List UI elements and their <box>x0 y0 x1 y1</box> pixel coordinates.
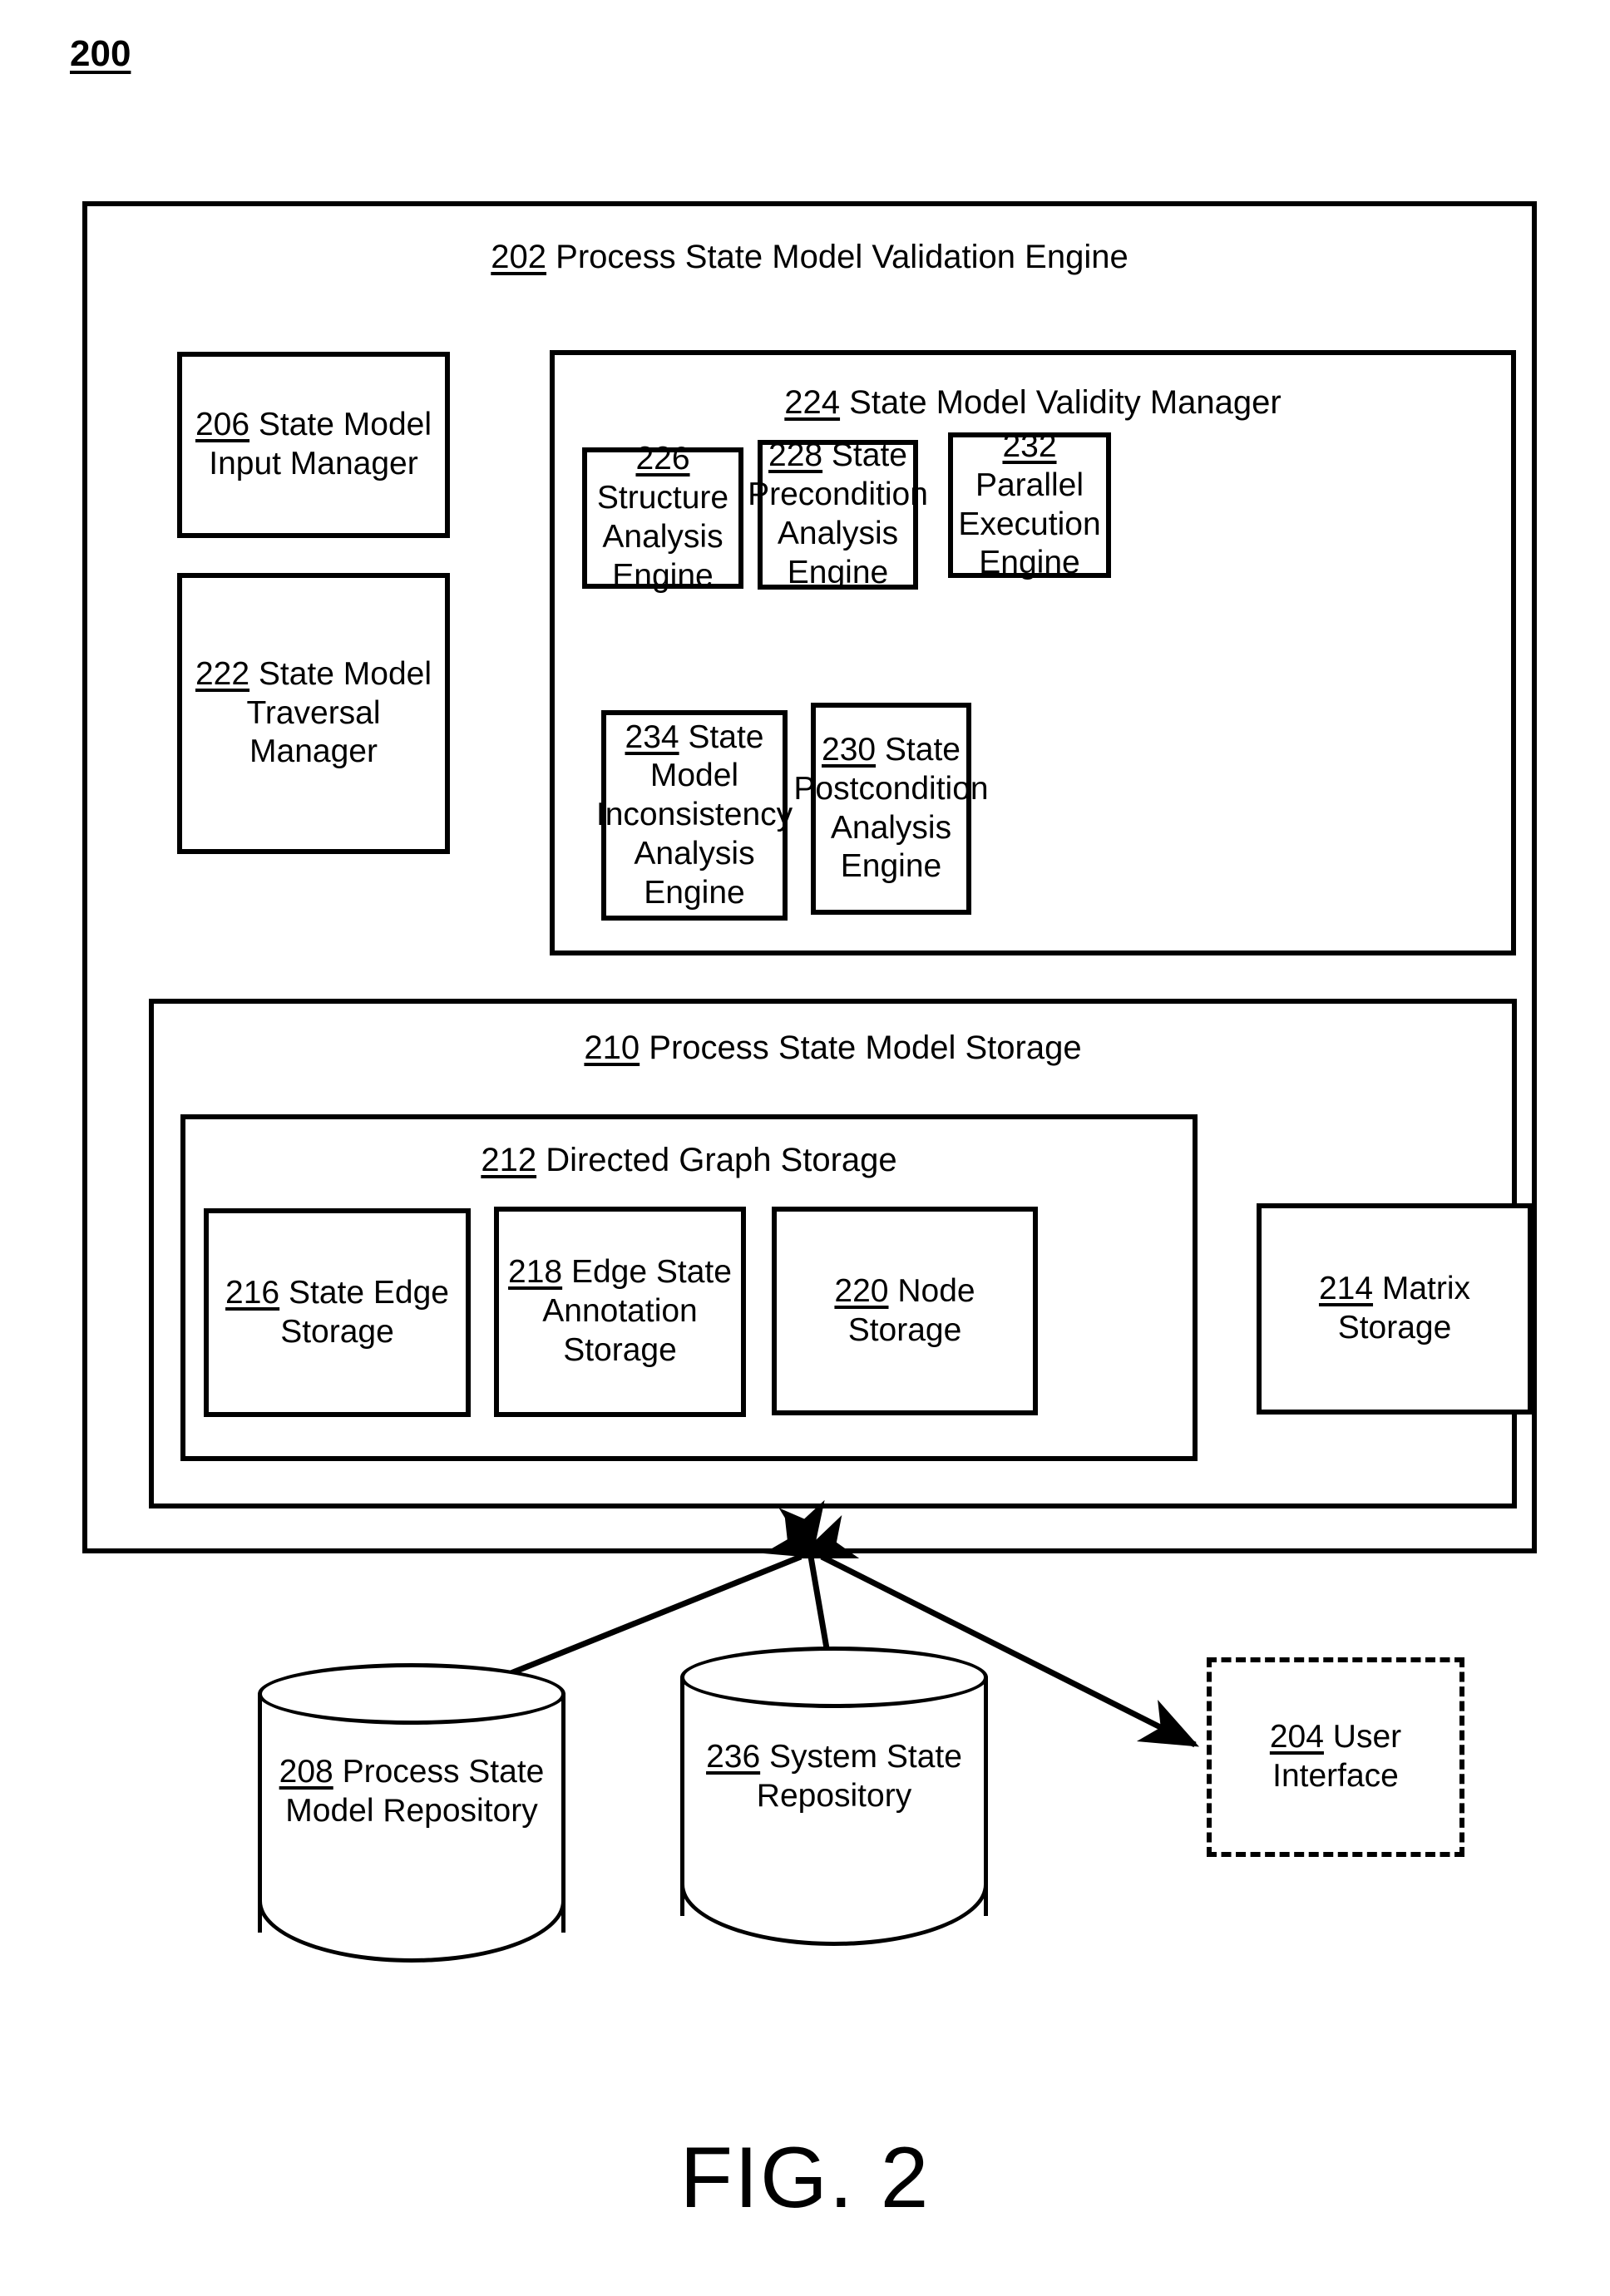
structure-analysis-engine-label: 226 Structure Analysis Engine <box>587 440 738 595</box>
edge-state-annotation-storage-title: Edge State Annotation Storage <box>542 1254 732 1368</box>
state-edge-storage-title: State Edge Storage <box>280 1274 449 1350</box>
state-postcondition-analysis-engine-box: 230 State Postcondition Analysis Engine <box>793 703 989 915</box>
process-state-model-validation-engine-box: 202 Process State Model Validation Engin… <box>82 201 1537 1553</box>
engine-title: 202 Process State Model Validation Engin… <box>87 238 1532 277</box>
parallel-execution-engine-title: Parallel Execution Engine <box>958 467 1101 581</box>
state-model-traversal-manager-ref: 222 <box>195 655 250 692</box>
directed-graph-storage-ref: 212 <box>481 1142 537 1178</box>
directed-graph-storage-title-text: Directed Graph Storage <box>546 1142 897 1178</box>
system-state-repository-title: System State Repository <box>756 1739 962 1814</box>
process-state-model-repository-cylinder: 208 Process State Model Repository <box>258 1663 565 1963</box>
state-edge-storage-ref: 216 <box>225 1274 280 1311</box>
parallel-execution-engine-label: 232 Parallel Execution Engine <box>953 427 1106 583</box>
state-postcondition-analysis-engine-label: 230 State Postcondition Analysis Engine <box>788 731 993 886</box>
matrix-storage-label: 214 Matrix Storage <box>1262 1270 1528 1348</box>
state-model-validity-manager-title-text: State Model Validity Manager <box>849 384 1282 421</box>
state-model-validity-manager-box: 224 State Model Validity Manager 226 Str… <box>550 350 1516 955</box>
system-state-repository-cylinder: 236 System State Repository <box>680 1647 988 1946</box>
matrix-storage-ref: 214 <box>1318 1271 1374 1307</box>
parallel-execution-engine-ref: 232 <box>1002 427 1057 464</box>
edge-state-annotation-storage-label: 218 Edge State Annotation Storage <box>499 1253 741 1370</box>
node-storage-box: 220 Node Storage <box>772 1207 1038 1415</box>
state-model-input-manager-box: 206 State Model Input Manager <box>177 352 450 538</box>
patent-figure: 200 202 Process State Model Validation E… <box>0 0 1610 2296</box>
directed-graph-storage-box: 212 Directed Graph Storage 216 State Edg… <box>180 1114 1198 1461</box>
state-model-input-manager-label: 206 State Model Input Manager <box>182 406 445 484</box>
structure-analysis-engine-box: 226 Structure Analysis Engine <box>582 441 743 594</box>
process-state-model-repository-label: 208 Process State Model Repository <box>258 1753 565 1831</box>
parallel-execution-engine-box: 232 Parallel Execution Engine <box>948 428 1111 580</box>
process-state-model-storage-ref: 210 <box>584 1029 640 1066</box>
system-state-repository-label: 236 System State Repository <box>680 1738 988 1816</box>
state-model-inconsistency-analysis-engine-ref: 234 <box>625 718 679 755</box>
state-precondition-analysis-engine-ref: 228 <box>768 437 823 474</box>
user-interface-label: 204 User Interface <box>1212 1718 1459 1796</box>
state-edge-storage-label: 216 State Edge Storage <box>209 1274 466 1352</box>
figure-number-label: 200 <box>70 33 131 74</box>
cylinder-bottom <box>680 1884 988 1946</box>
state-model-inconsistency-analysis-engine-label: 234 State Model Inconsistency Analysis E… <box>591 718 798 913</box>
user-interface-ref: 204 <box>1269 1719 1324 1755</box>
process-state-model-repository-ref: 208 <box>279 1754 333 1790</box>
state-model-inconsistency-analysis-engine-box: 234 State Model Inconsistency Analysis E… <box>596 710 793 921</box>
engine-title-text: Process State Model Validation Engine <box>556 239 1128 275</box>
edge-state-annotation-storage-ref: 218 <box>508 1254 563 1291</box>
state-precondition-analysis-engine-label: 228 State Precondition Analysis Engine <box>743 437 933 592</box>
state-precondition-analysis-engine-box: 228 State Precondition Analysis Engine <box>748 437 928 590</box>
node-storage-label: 220 Node Storage <box>777 1272 1033 1350</box>
cylinder-top <box>680 1647 988 1708</box>
state-edge-storage-box: 216 State Edge Storage <box>204 1208 471 1417</box>
structure-analysis-engine-ref: 226 <box>635 441 690 477</box>
matrix-storage-box: 214 Matrix Storage <box>1257 1203 1533 1415</box>
state-model-input-manager-ref: 206 <box>195 407 250 443</box>
state-model-validity-manager-ref: 224 <box>784 384 841 421</box>
structure-analysis-engine-title: Structure Analysis Engine <box>596 480 729 594</box>
edge-state-annotation-storage-box: 218 Edge State Annotation Storage <box>494 1207 746 1417</box>
state-model-traversal-manager-label: 222 State Model Traversal Manager <box>182 655 445 772</box>
process-state-model-storage-title-text: Process State Model Storage <box>649 1029 1082 1066</box>
cylinder-bottom <box>258 1901 565 1963</box>
state-model-validity-manager-title: 224 State Model Validity Manager <box>555 383 1511 422</box>
system-state-repository-ref: 236 <box>706 1739 761 1775</box>
engine-ref: 202 <box>491 239 547 275</box>
cylinder-top <box>258 1663 565 1725</box>
state-model-traversal-manager-box: 222 State Model Traversal Manager <box>177 573 450 854</box>
directed-graph-storage-title: 212 Directed Graph Storage <box>185 1141 1193 1180</box>
process-state-model-storage-title: 210 Process State Model Storage <box>154 1029 1512 1068</box>
state-postcondition-analysis-engine-ref: 230 <box>822 731 877 768</box>
user-interface-box: 204 User Interface <box>1207 1657 1464 1857</box>
state-model-traversal-manager-title: State Model Traversal Manager <box>246 655 432 770</box>
figure-caption: FIG. 2 <box>679 2130 931 2226</box>
node-storage-ref: 220 <box>834 1272 889 1309</box>
process-state-model-storage-box: 210 Process State Model Storage 212 Dire… <box>149 999 1533 1508</box>
